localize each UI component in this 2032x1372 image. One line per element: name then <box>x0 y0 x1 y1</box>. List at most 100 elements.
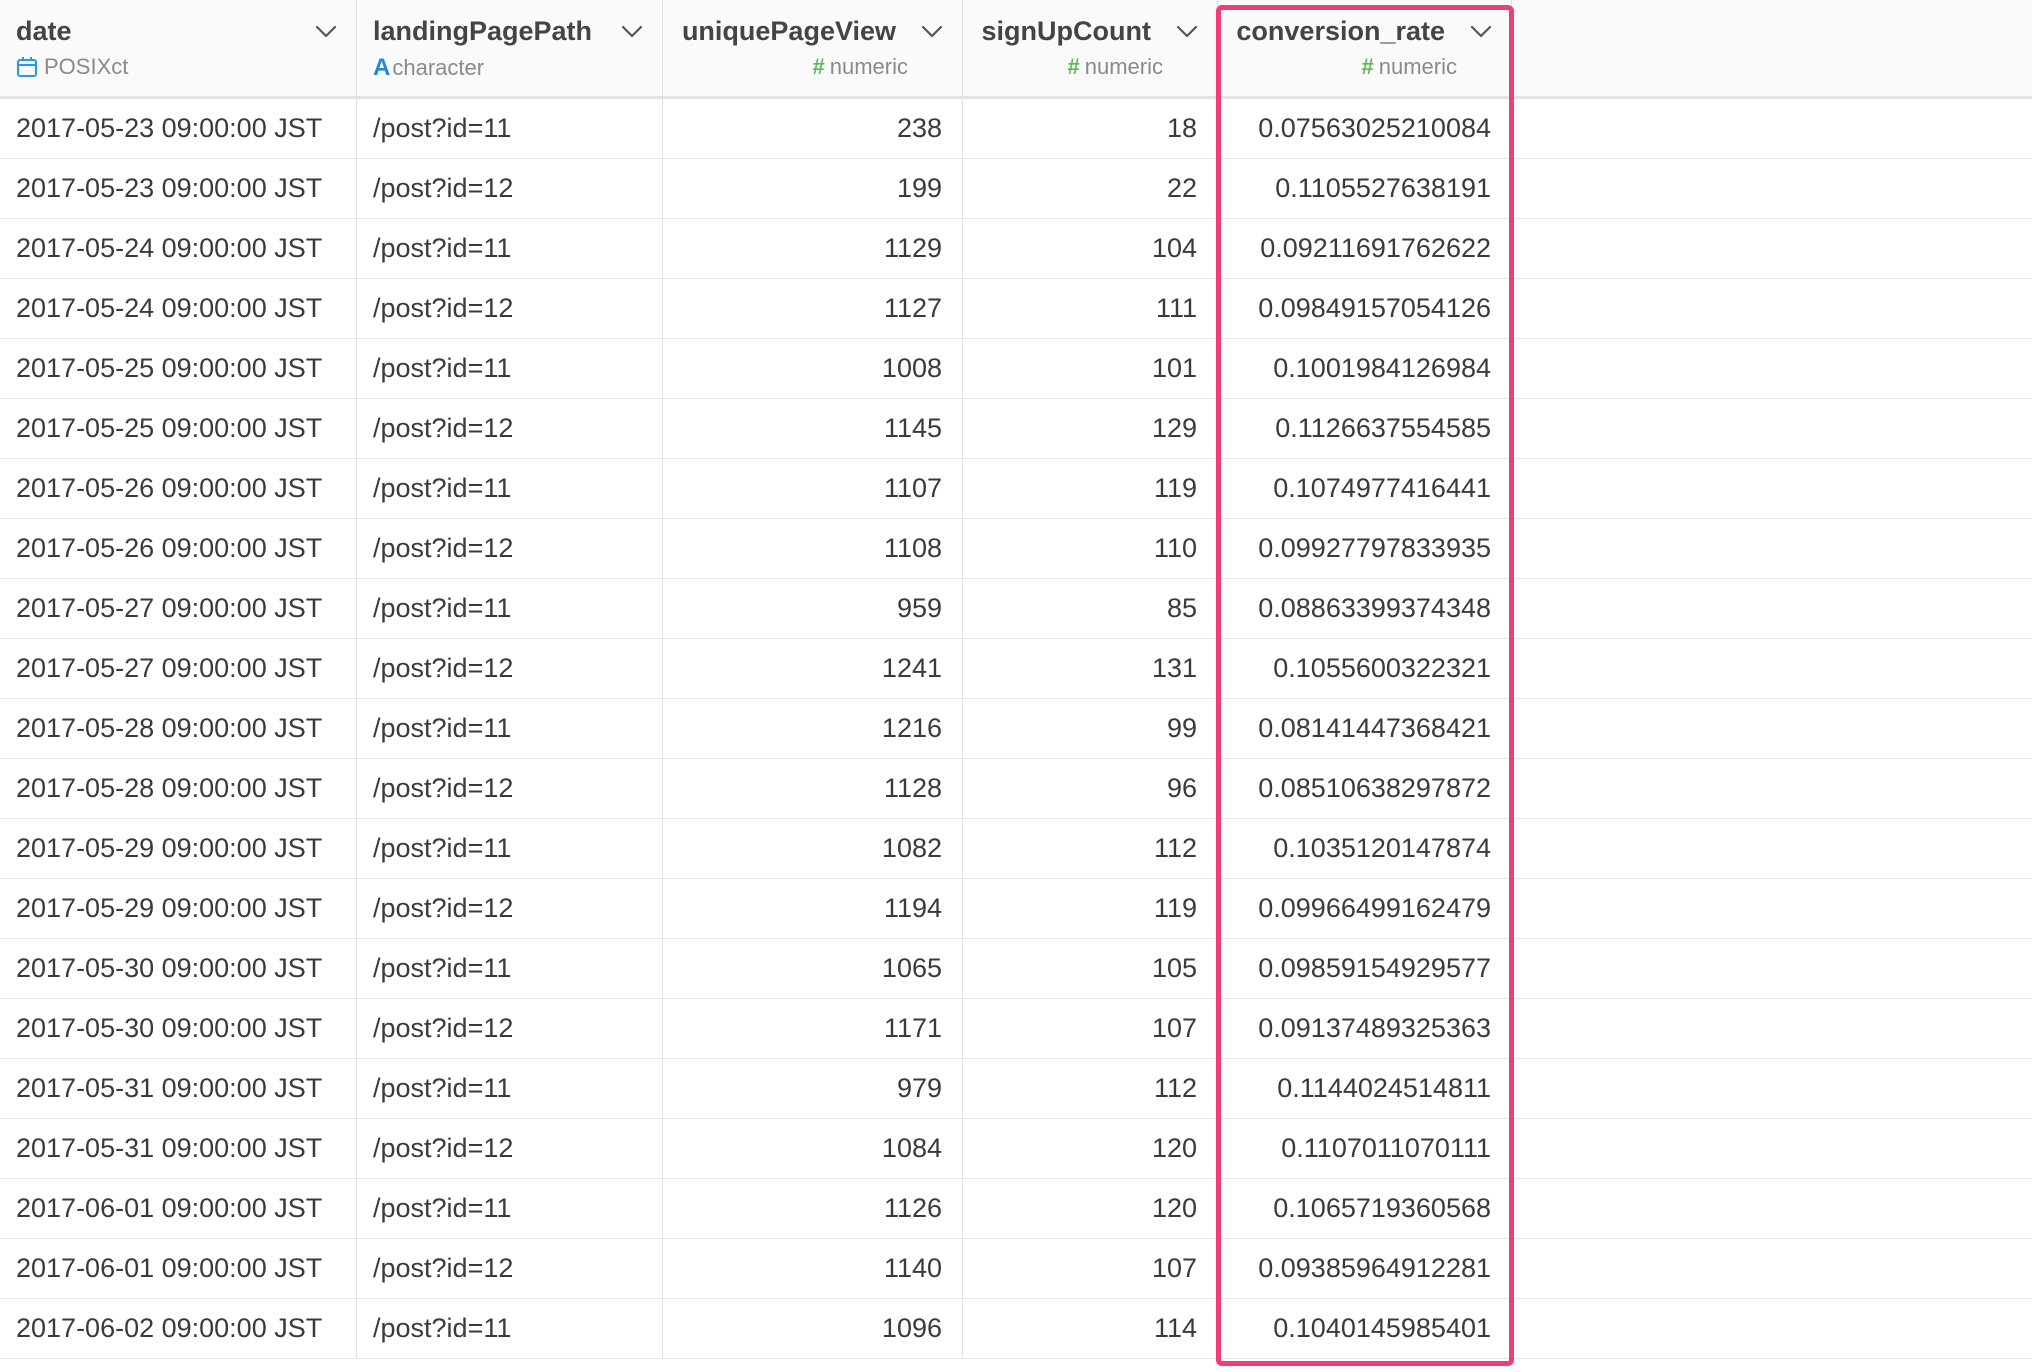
column-header-conversion_rate[interactable]: conversion_rate # numeric <box>1218 0 1512 96</box>
cell-date[interactable]: 2017-06-02 09:00:00 JST <box>0 1299 357 1358</box>
cell-conversion_rate[interactable]: 0.1105527638191 <box>1218 159 1512 218</box>
cell-signUpCount[interactable]: 119 <box>963 879 1218 938</box>
cell-date[interactable]: 2017-05-25 09:00:00 JST <box>0 339 357 398</box>
column-header-landingPagePath[interactable]: landingPagePath Acharacter <box>357 0 663 96</box>
cell-signUpCount[interactable]: 110 <box>963 519 1218 578</box>
cell-uniquePageView[interactable]: 1128 <box>663 759 963 818</box>
column-header-date[interactable]: date POSIXct <box>0 0 357 96</box>
cell-uniquePageView[interactable]: 959 <box>663 579 963 638</box>
cell-landingPagePath[interactable]: /post?id=12 <box>357 1119 663 1178</box>
cell-signUpCount[interactable]: 101 <box>963 339 1218 398</box>
cell-landingPagePath[interactable]: /post?id=11 <box>357 1299 663 1358</box>
table-row[interactable]: 2017-05-31 09:00:00 JST/post?id=12 1084 12… <box>0 1119 2032 1179</box>
cell-uniquePageView[interactable]: 1084 <box>663 1119 963 1178</box>
cell-conversion_rate[interactable]: 0.09966499162479 <box>1218 879 1512 938</box>
cell-date[interactable]: 2017-05-23 09:00:00 JST <box>0 159 357 218</box>
cell-signUpCount[interactable]: 96 <box>963 759 1218 818</box>
cell-uniquePageView[interactable]: 1145 <box>663 399 963 458</box>
cell-landingPagePath[interactable]: /post?id=11 <box>357 339 663 398</box>
table-row[interactable]: 2017-05-28 09:00:00 JST/post?id=11 1216 99… <box>0 699 2032 759</box>
cell-signUpCount[interactable]: 112 <box>963 1059 1218 1118</box>
cell-conversion_rate[interactable]: 0.1074977416441 <box>1218 459 1512 518</box>
chevron-down-icon[interactable] <box>1175 20 1199 44</box>
cell-signUpCount[interactable]: 111 <box>963 279 1218 338</box>
cell-landingPagePath[interactable]: /post?id=11 <box>357 99 663 158</box>
cell-signUpCount[interactable]: 22 <box>963 159 1218 218</box>
cell-signUpCount[interactable]: 131 <box>963 639 1218 698</box>
cell-uniquePageView[interactable]: 1107 <box>663 459 963 518</box>
cell-conversion_rate[interactable]: 0.1065719360568 <box>1218 1179 1512 1238</box>
column-header-uniquePageView[interactable]: uniquePageView # numeric <box>663 0 963 96</box>
cell-conversion_rate[interactable]: 0.09849157054126 <box>1218 279 1512 338</box>
table-row[interactable]: 2017-05-24 09:00:00 JST/post?id=11 1129 10… <box>0 219 2032 279</box>
cell-landingPagePath[interactable]: /post?id=12 <box>357 159 663 218</box>
cell-landingPagePath[interactable]: /post?id=12 <box>357 1239 663 1298</box>
cell-landingPagePath[interactable]: /post?id=12 <box>357 759 663 818</box>
cell-uniquePageView[interactable]: 1129 <box>663 219 963 278</box>
cell-signUpCount[interactable]: 120 <box>963 1119 1218 1178</box>
cell-landingPagePath[interactable]: /post?id=12 <box>357 999 663 1058</box>
cell-landingPagePath[interactable]: /post?id=12 <box>357 399 663 458</box>
table-row[interactable]: 2017-05-27 09:00:00 JST/post?id=12 1241 13… <box>0 639 2032 699</box>
cell-date[interactable]: 2017-06-01 09:00:00 JST <box>0 1239 357 1298</box>
cell-conversion_rate[interactable]: 0.09137489325363 <box>1218 999 1512 1058</box>
table-row[interactable]: 2017-05-23 09:00:00 JST/post?id=12 199 22 0… <box>0 159 2032 219</box>
table-row[interactable]: 2017-06-01 09:00:00 JST/post?id=12 1140 10… <box>0 1239 2032 1299</box>
cell-signUpCount[interactable]: 105 <box>963 939 1218 998</box>
table-row[interactable]: 2017-05-27 09:00:00 JST/post?id=11 959 85 0… <box>0 579 2032 639</box>
cell-date[interactable]: 2017-05-31 09:00:00 JST <box>0 1059 357 1118</box>
cell-signUpCount[interactable]: 114 <box>963 1299 1218 1358</box>
cell-landingPagePath[interactable]: /post?id=11 <box>357 1179 663 1238</box>
cell-uniquePageView[interactable]: 979 <box>663 1059 963 1118</box>
table-row[interactable]: 2017-05-28 09:00:00 JST/post?id=12 1128 96… <box>0 759 2032 819</box>
cell-uniquePageView[interactable]: 1140 <box>663 1239 963 1298</box>
cell-landingPagePath[interactable]: /post?id=11 <box>357 699 663 758</box>
cell-uniquePageView[interactable]: 199 <box>663 159 963 218</box>
cell-uniquePageView[interactable]: 1108 <box>663 519 963 578</box>
cell-signUpCount[interactable]: 18 <box>963 99 1218 158</box>
cell-signUpCount[interactable]: 104 <box>963 219 1218 278</box>
cell-date[interactable]: 2017-05-25 09:00:00 JST <box>0 399 357 458</box>
cell-conversion_rate[interactable]: 0.09211691762622 <box>1218 219 1512 278</box>
chevron-down-icon[interactable] <box>620 20 644 44</box>
cell-conversion_rate[interactable]: 0.1001984126984 <box>1218 339 1512 398</box>
cell-conversion_rate[interactable]: 0.09859154929577 <box>1218 939 1512 998</box>
column-header-signUpCount[interactable]: signUpCount # numeric <box>963 0 1218 96</box>
cell-landingPagePath[interactable]: /post?id=11 <box>357 1059 663 1118</box>
cell-uniquePageView[interactable]: 1194 <box>663 879 963 938</box>
table-row[interactable]: 2017-05-23 09:00:00 JST/post?id=11 238 18 0… <box>0 99 2032 159</box>
cell-landingPagePath[interactable]: /post?id=12 <box>357 519 663 578</box>
cell-signUpCount[interactable]: 107 <box>963 1239 1218 1298</box>
cell-conversion_rate[interactable]: 0.08863399374348 <box>1218 579 1512 638</box>
cell-uniquePageView[interactable]: 1126 <box>663 1179 963 1238</box>
cell-date[interactable]: 2017-05-26 09:00:00 JST <box>0 519 357 578</box>
cell-date[interactable]: 2017-05-28 09:00:00 JST <box>0 699 357 758</box>
table-row[interactable]: 2017-05-30 09:00:00 JST/post?id=12 1171 10… <box>0 999 2032 1059</box>
cell-date[interactable]: 2017-05-26 09:00:00 JST <box>0 459 357 518</box>
cell-uniquePageView[interactable]: 1065 <box>663 939 963 998</box>
cell-date[interactable]: 2017-05-30 09:00:00 JST <box>0 999 357 1058</box>
table-row[interactable]: 2017-05-29 09:00:00 JST/post?id=11 1082 11… <box>0 819 2032 879</box>
table-row[interactable]: 2017-05-26 09:00:00 JST/post?id=12 1108 11… <box>0 519 2032 579</box>
table-row[interactable]: 2017-06-02 09:00:00 JST/post?id=11 1096 11… <box>0 1299 2032 1359</box>
cell-conversion_rate[interactable]: 0.1040145985401 <box>1218 1299 1512 1358</box>
cell-date[interactable]: 2017-05-23 09:00:00 JST <box>0 99 357 158</box>
cell-conversion_rate[interactable]: 0.09927797833935 <box>1218 519 1512 578</box>
cell-signUpCount[interactable]: 99 <box>963 699 1218 758</box>
cell-uniquePageView[interactable]: 238 <box>663 99 963 158</box>
cell-date[interactable]: 2017-05-29 09:00:00 JST <box>0 879 357 938</box>
cell-conversion_rate[interactable]: 0.08141447368421 <box>1218 699 1512 758</box>
cell-conversion_rate[interactable]: 0.07563025210084 <box>1218 99 1512 158</box>
cell-date[interactable]: 2017-05-29 09:00:00 JST <box>0 819 357 878</box>
cell-conversion_rate[interactable]: 0.1144024514811 <box>1218 1059 1512 1118</box>
table-row[interactable]: 2017-05-24 09:00:00 JST/post?id=12 1127 11… <box>0 279 2032 339</box>
cell-uniquePageView[interactable]: 1171 <box>663 999 963 1058</box>
cell-date[interactable]: 2017-05-30 09:00:00 JST <box>0 939 357 998</box>
cell-date[interactable]: 2017-05-28 09:00:00 JST <box>0 759 357 818</box>
cell-landingPagePath[interactable]: /post?id=12 <box>357 879 663 938</box>
cell-date[interactable]: 2017-05-31 09:00:00 JST <box>0 1119 357 1178</box>
cell-conversion_rate[interactable]: 0.1035120147874 <box>1218 819 1512 878</box>
cell-conversion_rate[interactable]: 0.09385964912281 <box>1218 1239 1512 1298</box>
table-row[interactable]: 2017-05-30 09:00:00 JST/post?id=11 1065 10… <box>0 939 2032 999</box>
chevron-down-icon[interactable] <box>314 20 338 44</box>
